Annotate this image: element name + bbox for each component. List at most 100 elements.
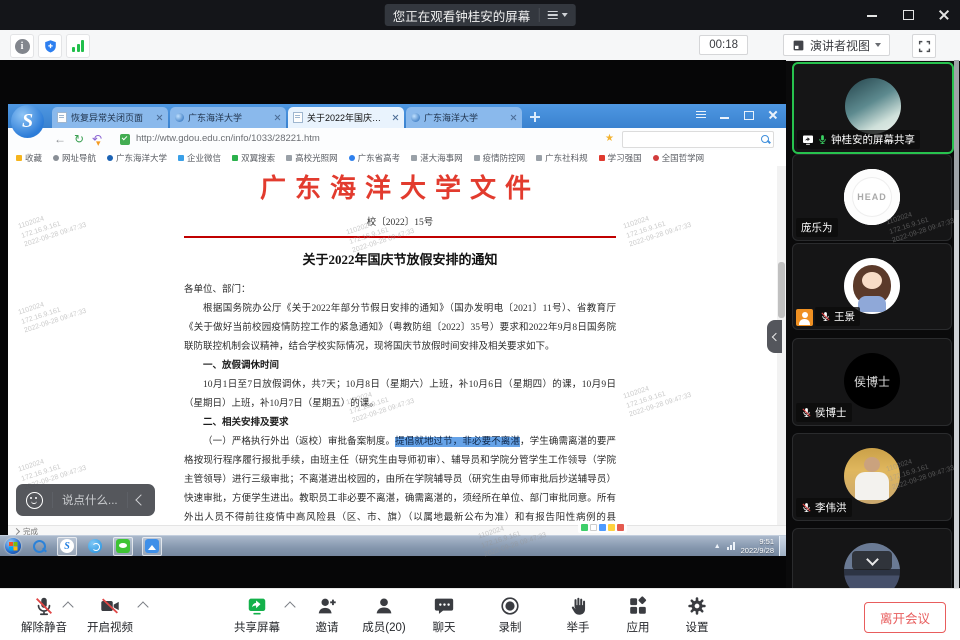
browser-window-controls (696, 110, 778, 120)
back-icon[interactable]: ← (54, 131, 66, 147)
tab-close-icon[interactable] (392, 114, 399, 121)
maximize-button[interactable] (902, 9, 914, 21)
tab-close-icon[interactable] (156, 114, 163, 121)
document-title: 关于2022年国庆节放假安排的通知 (184, 249, 616, 268)
bookmark-item[interactable]: 广东社科规 (536, 152, 588, 164)
watching-banner[interactable]: 您正在观看钟桂安的屏幕 (385, 4, 576, 26)
participant-name: 王景 (834, 309, 855, 324)
bookmark-item[interactable]: 双翼搜索 (232, 152, 275, 164)
bookmark-item[interactable]: 网址导航 (53, 152, 96, 164)
browser-close-button[interactable] (768, 110, 778, 120)
chat-input-placeholder[interactable]: 说点什么... (62, 492, 118, 508)
control-label: 聊天 (412, 619, 476, 635)
control-label: 设置 (665, 619, 729, 635)
participant-tile[interactable]: 李伟洪 (792, 433, 952, 521)
tab-close-icon[interactable] (510, 114, 517, 121)
participant-tile-partial[interactable] (792, 528, 952, 588)
bookmark-item[interactable]: 疫情防控网 (474, 152, 526, 164)
participant-tile[interactable]: 侯博士 侯博士 (792, 338, 952, 426)
browser-logo-icon[interactable]: S (11, 105, 44, 138)
search-icon (761, 135, 769, 143)
browser-menu-icon[interactable] (696, 110, 706, 120)
view-mode-button[interactable]: 演讲者视图 (783, 34, 890, 56)
invite-button[interactable]: 邀请 (295, 594, 359, 635)
divider (52, 492, 53, 508)
browser-tab[interactable]: 广东海洋大学 (170, 107, 286, 128)
window-controls (866, 0, 950, 30)
chat-button[interactable]: 聊天 (412, 594, 476, 635)
taskbar-clock[interactable]: 9:51 2022/9/28 (741, 537, 774, 555)
view-mode-label: 演讲者视图 (810, 37, 870, 54)
bookmark-item[interactable]: 高校光照网 (286, 152, 338, 164)
fullscreen-button[interactable] (912, 34, 936, 58)
participant-tile[interactable]: 王景 (792, 243, 952, 330)
participant-name: 庞乐为 (801, 220, 833, 235)
start-video-button[interactable]: 开启视频 (78, 594, 142, 635)
tray-expand-icon[interactable]: ▲ (714, 543, 721, 550)
settings-button[interactable]: 设置 (665, 594, 729, 635)
bookmark-item[interactable]: 学习强国 (599, 152, 642, 164)
security-button[interactable] (38, 34, 62, 58)
record-button[interactable]: 录制 (478, 594, 542, 635)
home-icon[interactable]: ▾ (96, 135, 101, 151)
web-page: 广东海洋大学文件 校〔2022〕15号 关于2022年国庆节放假安排的通知 各单… (8, 166, 786, 525)
browser-maximize-button[interactable] (744, 110, 754, 120)
browser-tab[interactable]: 恢复异常关闭页面 (52, 107, 168, 128)
quick-chat-bubble[interactable]: 说点什么... (16, 484, 155, 516)
network-icon[interactable] (727, 542, 735, 550)
participants-scrollbar[interactable] (954, 60, 959, 588)
browser-search-box[interactable] (622, 131, 774, 148)
scrollbar-thumb[interactable] (954, 60, 959, 210)
show-desktop-button[interactable] (779, 536, 786, 556)
emoji-icon[interactable] (26, 492, 43, 509)
browser-tab[interactable]: 广东海洋大学 (406, 107, 522, 128)
unmute-button[interactable]: 解除静音 (12, 594, 76, 635)
taskbar-app-icon[interactable] (86, 538, 104, 555)
apps-button[interactable]: 应用 (606, 594, 670, 635)
bookmark-item[interactable]: 广东省高考 (349, 152, 401, 164)
taskbar-meeting-app-icon[interactable] (142, 537, 162, 556)
new-tab-button[interactable] (530, 112, 540, 122)
participant-tile-sharing[interactable]: 钟桂安的屏幕共享 (792, 62, 954, 154)
tab-close-icon[interactable] (274, 114, 281, 121)
site-safety-icon[interactable] (120, 134, 130, 145)
bookmark-item[interactable]: 全国哲学网 (653, 152, 705, 164)
bookmark-star-icon[interactable]: ★ (605, 133, 614, 145)
address-bar[interactable]: http://wtw.gdou.edu.cn/info/1033/28221.h… (136, 133, 320, 144)
browser-minimize-button[interactable] (720, 110, 730, 120)
collapse-chevron-icon[interactable] (135, 494, 146, 505)
participants-panel: 钟桂安的屏幕共享 HEAD 庞乐为 王景 侯博士 侯博士 (790, 60, 960, 588)
scroll-participants-button[interactable] (852, 551, 892, 570)
raise-hand-button[interactable]: 举手 (546, 594, 610, 635)
side-panel-handle[interactable] (767, 320, 782, 353)
members-button[interactable]: 成员(20) (352, 594, 416, 635)
refresh-icon[interactable]: ↻ (74, 131, 84, 147)
ime-toolbar[interactable] (578, 521, 627, 533)
bookmark-item[interactable]: 湛大海事网 (411, 152, 463, 164)
network-status-button[interactable] (66, 34, 90, 58)
bookmark-item[interactable]: 广东海洋大学 (107, 152, 167, 164)
chevron-down-icon (561, 13, 567, 17)
meeting-timer: 00:18 (699, 35, 748, 55)
paragraph: （一）严格执行外出（返校）审批备案制度。提倡就地过节，非必要不离湛，学生确需离湛… (184, 433, 616, 525)
section-heading: 一、放假调休时间 (184, 357, 616, 376)
taskbar-sogou-browser-icon[interactable]: S (57, 537, 77, 556)
start-button[interactable] (5, 538, 21, 554)
banner-menu-icon[interactable] (547, 11, 557, 20)
bookmark-item[interactable]: 企业微信 (178, 152, 221, 164)
taskbar-search-icon[interactable] (30, 538, 48, 555)
chat-icon (433, 595, 455, 617)
close-button[interactable] (938, 9, 950, 21)
meeting-info-button[interactable]: i (10, 34, 34, 58)
share-screen-button[interactable]: 共享屏幕 (225, 594, 289, 635)
leave-meeting-button[interactable]: 离开会议 (864, 602, 946, 633)
settings-gear-icon (686, 595, 708, 617)
taskbar-wechat-icon[interactable] (113, 537, 133, 556)
scrollbar-thumb[interactable] (778, 262, 785, 318)
participant-tile[interactable]: HEAD 庞乐为 (792, 154, 952, 241)
bookmark-item[interactable]: 收藏 (16, 152, 42, 164)
bookmarks-bar: 收藏 网址导航 广东海洋大学 企业微信 双翼搜索 高校光照网 广东省高考 湛大海… (8, 150, 786, 167)
browser-tab-active[interactable]: 关于2022年国庆节放假… (288, 107, 404, 128)
control-label: 成员(20) (352, 619, 416, 635)
minimize-button[interactable] (866, 9, 878, 21)
